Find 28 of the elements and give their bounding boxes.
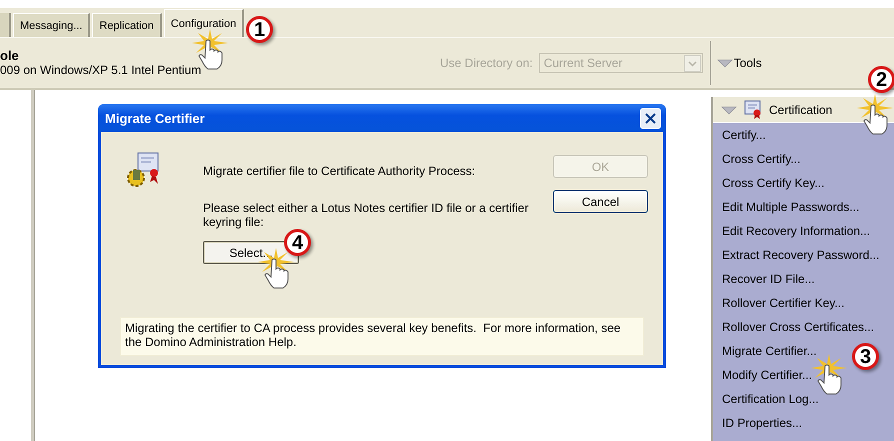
tab[interactable]: Configuration: [164, 9, 244, 37]
dialog-button[interactable]: Cancel: [553, 190, 648, 213]
tool-item[interactable]: Recover ID File...: [713, 267, 894, 291]
tool-item[interactable]: Extract Recovery Password...: [713, 243, 894, 267]
tool-item[interactable]: Rollover Cross Certificates...: [713, 315, 894, 339]
tool-item[interactable]: Certify...: [713, 123, 894, 147]
info-text: Migrating the certifier to CA process provides several key benefits. For more information, see the Domino Administration Help.: [120, 317, 644, 356]
dialog-title: Migrate Certifier: [105, 110, 205, 126]
certification-section[interactable]: Certification: [713, 97, 894, 123]
dialog-instruction: Please select either a Lotus Notes certifier ID file or a certifier keyring file:: [203, 201, 530, 229]
tool-item[interactable]: Certification Log...: [713, 387, 894, 411]
tab[interactable]: Replication: [92, 13, 162, 37]
close-icon: [645, 112, 656, 124]
tool-item[interactable]: ID Properties...: [713, 411, 894, 435]
tool-item[interactable]: Edit Recovery Information...: [713, 219, 894, 243]
tool-item[interactable]: Edit Multiple Passwords...: [713, 195, 894, 219]
close-button[interactable]: [640, 108, 661, 128]
tools-toggle[interactable]: Tools: [716, 56, 762, 70]
dialog-message: Migrate certifier file to Certificate Authority Process:: [203, 164, 476, 178]
tool-item[interactable]: Cross Certify Key...: [713, 171, 894, 195]
directory-label: Use Directory on:: [440, 56, 533, 70]
tab[interactable]: Messaging...: [13, 13, 90, 37]
server-name: ole: [0, 48, 20, 62]
dropdown-value: Current Server: [544, 56, 622, 70]
tool-item[interactable]: Cross Certify...: [713, 147, 894, 171]
certificate-icon: [743, 100, 763, 120]
server-info: 009 on Windows/XP 5.1 Intel Pentium: [0, 62, 202, 78]
tool-item[interactable]: Rollover Certifier Key...: [713, 291, 894, 315]
